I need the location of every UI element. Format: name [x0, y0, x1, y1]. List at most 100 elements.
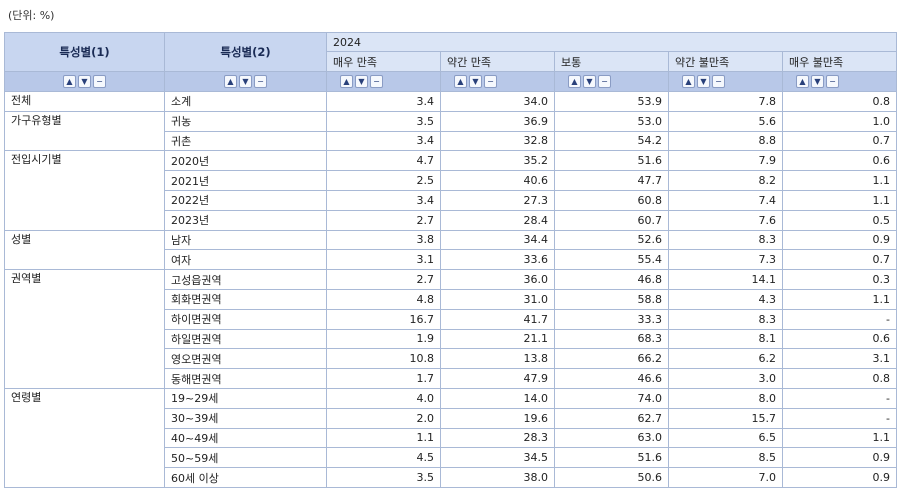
value-cell: 50.6: [554, 467, 669, 488]
value-cell: 46.6: [554, 368, 669, 389]
sort-descending-icon[interactable]: ▼: [697, 75, 710, 89]
value-cell: 55.4: [554, 249, 669, 271]
row-category: 가구유형별: [4, 110, 165, 152]
value-cell: 3.4: [326, 91, 441, 112]
value-cell: 66.2: [554, 348, 669, 370]
value-cell: 3.1: [782, 348, 897, 370]
statistics-table: 특성별(1) 특성별(2) 2024 매우 만족 약간 만족 보통 약간 불만족…: [4, 32, 897, 488]
row-subcategory: 소계: [164, 91, 327, 112]
column-header: 매우 만족: [326, 51, 441, 72]
row-subcategory: 회화면권역: [164, 288, 327, 310]
sort-controls-row: ▲ ▼ − ▲ ▼ − ▲ ▼ − ▲ ▼ − ▲ ▼ − ▲ ▼ − ▲ ▼ −: [4, 71, 897, 92]
sort-descending-icon[interactable]: ▼: [239, 75, 252, 89]
sort-reset-icon[interactable]: −: [712, 75, 725, 89]
value-cell: 0.3: [782, 269, 897, 290]
value-cell: 1.0: [782, 110, 897, 132]
value-cell: 4.3: [668, 288, 783, 310]
sort-descending-icon[interactable]: ▼: [469, 75, 482, 89]
sort-ascending-icon[interactable]: ▲: [568, 75, 581, 89]
value-cell: 5.6: [668, 110, 783, 132]
row-subcategory: 하이면권역: [164, 308, 327, 330]
sort-descending-icon[interactable]: ▼: [355, 75, 368, 89]
sort-ascending-icon[interactable]: ▲: [682, 75, 695, 89]
value-cell: 1.7: [326, 368, 441, 389]
value-cell: 47.9: [440, 368, 555, 389]
value-cell: 52.6: [554, 229, 669, 251]
value-cell: 3.0: [668, 368, 783, 389]
value-cell: 14.0: [440, 387, 555, 409]
row-subcategory: 영오면권역: [164, 348, 327, 370]
value-cell: 58.8: [554, 288, 669, 310]
value-cell: 1.1: [782, 288, 897, 310]
row-category: 성별: [4, 229, 165, 271]
value-cell: 35.2: [440, 150, 555, 172]
value-cell: 8.3: [668, 229, 783, 251]
value-cell: 4.7: [326, 150, 441, 172]
value-cell: 2.5: [326, 170, 441, 191]
row-subcategory: 19~29세: [164, 387, 327, 409]
sort-controls: ▲ ▼ −: [668, 71, 783, 92]
value-cell: 0.7: [782, 130, 897, 152]
sort-reset-icon[interactable]: −: [484, 75, 497, 89]
sort-reset-icon[interactable]: −: [370, 75, 383, 89]
row-subcategory: 2022년: [164, 189, 327, 211]
column-header: 매우 불만족: [782, 51, 897, 72]
value-cell: 6.5: [668, 427, 783, 449]
value-cell: 4.0: [326, 387, 441, 409]
value-cell: 1.9: [326, 328, 441, 350]
value-cell: 7.6: [668, 209, 783, 231]
value-cell: 7.8: [668, 91, 783, 112]
value-cell: 34.5: [440, 447, 555, 469]
sort-reset-icon[interactable]: −: [598, 75, 611, 89]
sort-controls: ▲ ▼ −: [4, 71, 165, 92]
value-cell: 27.3: [440, 189, 555, 211]
value-cell: 2.7: [326, 209, 441, 231]
value-cell: 0.6: [782, 328, 897, 350]
sort-descending-icon[interactable]: ▼: [78, 75, 91, 89]
value-cell: 8.8: [668, 130, 783, 152]
value-cell: 53.9: [554, 91, 669, 112]
sort-ascending-icon[interactable]: ▲: [340, 75, 353, 89]
table-row: 권역별 고성읍권역 2.7 36.0 46.8 14.1 0.3: [4, 269, 897, 389]
value-cell: 62.7: [554, 407, 669, 429]
sort-ascending-icon[interactable]: ▲: [454, 75, 467, 89]
sort-ascending-icon[interactable]: ▲: [63, 75, 76, 89]
value-cell: 1.1: [782, 189, 897, 211]
sort-ascending-icon[interactable]: ▲: [796, 75, 809, 89]
value-cell: 8.5: [668, 447, 783, 469]
sort-controls: ▲ ▼ −: [782, 71, 897, 92]
row-subcategory: 동해면권역: [164, 368, 327, 389]
value-cell: 10.8: [326, 348, 441, 370]
sort-controls: ▲ ▼ −: [554, 71, 669, 92]
value-cell: 6.2: [668, 348, 783, 370]
value-cell: 41.7: [440, 308, 555, 330]
row-subcategory: 귀촌: [164, 130, 327, 152]
value-cell: 0.9: [782, 467, 897, 488]
value-cell: 13.8: [440, 348, 555, 370]
unit-label: (단위: %): [8, 9, 55, 22]
sort-descending-icon[interactable]: ▼: [811, 75, 824, 89]
sort-reset-icon[interactable]: −: [93, 75, 106, 89]
sort-reset-icon[interactable]: −: [826, 75, 839, 89]
value-cell: 0.8: [782, 368, 897, 389]
value-cell: 2.0: [326, 407, 441, 429]
value-cell: 2.7: [326, 269, 441, 290]
value-cell: 34.4: [440, 229, 555, 251]
value-cell: 36.9: [440, 110, 555, 132]
row-subcategory: 40~49세: [164, 427, 327, 449]
column-header: 약간 만족: [440, 51, 555, 72]
sort-descending-icon[interactable]: ▼: [583, 75, 596, 89]
sort-ascending-icon[interactable]: ▲: [224, 75, 237, 89]
row-subcategory: 여자: [164, 249, 327, 271]
value-cell: 60.8: [554, 189, 669, 211]
value-cell: 51.6: [554, 447, 669, 469]
value-cell: 14.1: [668, 269, 783, 290]
table-row: 가구유형별 귀농 3.5 36.9 53.0 5.6 1.0: [4, 110, 897, 152]
column-header: 약간 불만족: [668, 51, 783, 72]
row-subcategory: 2020년: [164, 150, 327, 172]
sort-reset-icon[interactable]: −: [254, 75, 267, 89]
value-cell: 3.5: [326, 110, 441, 132]
value-cell: 8.0: [668, 387, 783, 409]
value-cell: 7.9: [668, 150, 783, 172]
value-cell: 7.4: [668, 189, 783, 211]
